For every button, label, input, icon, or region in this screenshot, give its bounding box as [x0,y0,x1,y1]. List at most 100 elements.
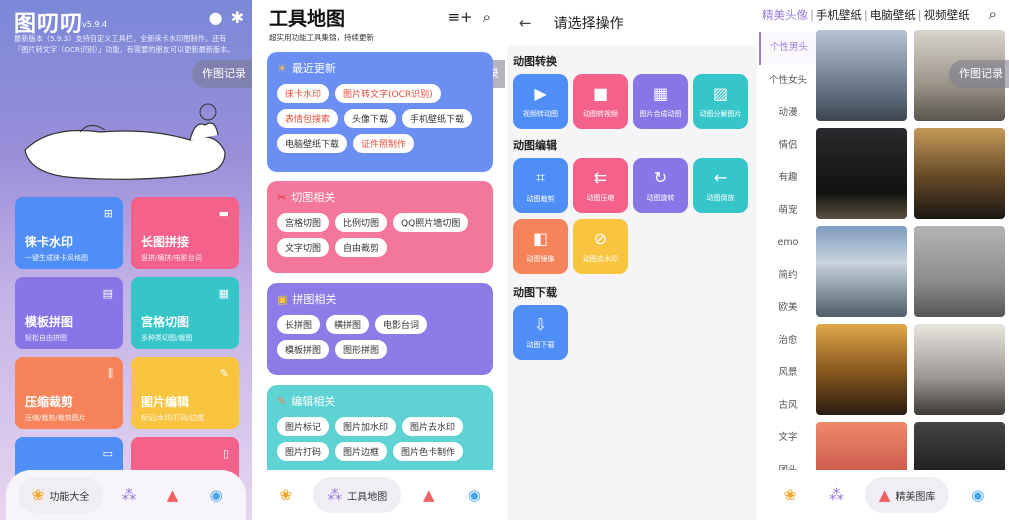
sidebar-item[interactable]: 有趣 [759,162,817,195]
search-icon[interactable]: ⌕ [483,8,491,26]
chip[interactable]: 图片色卡制作 [393,442,464,461]
tile-subtitle: 竖拼/横拼/电影台词 [141,254,202,262]
plus-box-icon: ⊞ [103,207,113,220]
tile-title: 压缩裁剪 [25,395,74,409]
chip[interactable]: 自由裁剪 [335,238,388,257]
camera-icon: ■ [592,84,609,103]
dock-tab-profile[interactable]: ◉ [456,477,492,513]
sidebar-item[interactable]: 文字 [759,422,817,455]
action-label: 动图转视频 [583,110,618,118]
dock-tab-tools[interactable]: ⁂ [819,477,855,513]
feature-tile[interactable]: ▤ 模板拼图 轻松自由拼图 [15,277,123,349]
action-tile[interactable]: ⊘ 动图去水印 [573,219,628,274]
gear-icon[interactable]: ✱ [231,8,244,27]
feature-tile[interactable]: ⊞ 徕卡水印 一键生成徕卡风格图 [15,197,123,269]
action-grid: ▶ 视频转动图 ■ 动图转视频 ▦ 图片合成动图 ▨ 动图分解图片 [513,74,753,129]
chip[interactable]: 模板拼图 [277,340,330,359]
chip[interactable]: 文字切图 [277,238,330,257]
avatar-thumbnail[interactable] [914,324,1005,415]
chip[interactable]: 长拼图 [277,315,321,334]
sidebar-item[interactable]: emo [759,227,817,260]
action-tile[interactable]: ▦ 图片合成动图 [633,74,688,129]
feature-tile[interactable]: ⫼ 压缩裁剪 压缩/裁剪/裁剪图片 [15,357,123,429]
tile-title: 模板拼图 [25,315,74,329]
dock-tab-features[interactable]: ❀ 功能大全 [17,477,104,513]
record-button[interactable]: 作图记录 [192,60,252,88]
chip[interactable]: 表情包搜索 [277,109,339,128]
action-tile[interactable]: ■ 动图转视频 [573,74,628,129]
action-tile[interactable]: ← 动图倒放 [693,158,748,213]
sidebar-item[interactable]: 治愈 [759,325,817,358]
chip[interactable]: 图片打码 [277,442,330,461]
tab-phone-wallpaper[interactable]: 手机壁纸 [816,7,862,23]
sidebar-item[interactable]: 简约 [759,260,817,293]
tab-pc-wallpaper[interactable]: 电脑壁纸 [870,7,916,23]
sidebar-item[interactable]: 风景 [759,357,817,390]
mirror-icon: ◧ [532,229,549,248]
sidebar-item[interactable]: 萌宠 [759,195,817,228]
back-arrow-icon[interactable]: ← [519,14,532,32]
dock-tab-tools[interactable]: ⁂ 工具地图 [313,477,402,513]
chip[interactable]: 宫格切图 [277,213,330,232]
avatar-thumbnail[interactable] [816,226,907,317]
tab-video-wallpaper[interactable]: 视频壁纸 [924,7,970,23]
dock-tab-features[interactable]: ❀ [268,477,304,513]
chip[interactable]: 电脑壁纸下载 [277,134,348,153]
feature-tile[interactable]: ▬ 长图拼接 竖拼/横拼/电影台词 [131,197,239,269]
feature-tile[interactable]: ▦ 宫格切图 多种类切图/裁图 [131,277,239,349]
action-tile[interactable]: ⇩ 动图下载 [513,305,568,360]
chip[interactable]: 徕卡水印 [277,84,330,103]
search-icon[interactable]: ⌕ [989,5,997,23]
dock-tab-features[interactable]: ❀ [772,477,808,513]
card-title: 切图相关 [291,191,336,204]
chip[interactable]: 图片去水印 [402,417,464,436]
avatar-thumbnail[interactable] [816,324,907,415]
chip[interactable]: 图形拼图 [335,340,388,359]
action-tile[interactable]: ⌗ 动图裁剪 [513,158,568,213]
avatar-thumbnail[interactable] [816,128,907,219]
sidebar-item[interactable]: 古风 [759,390,817,423]
avatar-thumbnail[interactable] [914,226,1005,317]
dock-tab-gallery[interactable]: ▲ [155,477,191,513]
avatar-thumbnail[interactable] [914,128,1005,219]
chip[interactable]: 手机壁纸下载 [402,109,473,128]
action-tile[interactable]: ▶ 视频转动图 [513,74,568,129]
sidebar-item[interactable]: 情侣 [759,130,817,163]
dock-tab-gallery[interactable]: ▲ 精美图库 [864,477,950,513]
avatar-thumbnail[interactable] [816,30,907,121]
dock-tab-tools[interactable]: ⁂ [111,477,147,513]
profile-icon[interactable]: ● [209,8,223,27]
record-button[interactable]: 作图记录 [949,60,1009,88]
sidebar-item[interactable]: 个性女头 [759,65,817,98]
chip[interactable]: 头像下载 [344,109,397,128]
chip[interactable]: 电影台词 [375,315,428,334]
chip[interactable]: 图片标记 [277,417,330,436]
action-tile[interactable]: ▨ 动图分解图片 [693,74,748,129]
chip-list: 宫格切图 比例切图 QQ照片墙切图 文字切图 自由裁剪 [277,213,483,257]
cat-illustration [24,103,226,180]
sliders-icon: ⫼ [107,367,113,380]
chip[interactable]: 图片边框 [335,442,388,461]
chip[interactable]: 比例切图 [335,213,388,232]
action-tile[interactable]: ↻ 动图旋转 [633,158,688,213]
chip[interactable]: 横拼图 [326,315,370,334]
page-subtitle: 超实用功能工具集锦，持续更新 [269,33,374,42]
dock-tab-gallery[interactable]: ▲ [411,477,447,513]
dock-tab-profile[interactable]: ◉ [960,477,996,513]
sidebar-item[interactable]: 欧美 [759,292,817,325]
chip[interactable]: 证件照制作 [353,134,415,153]
chip[interactable]: 图片加水印 [335,417,397,436]
paw-icon: ❀ [31,486,45,504]
chip[interactable]: QQ照片墙切图 [393,213,469,232]
chip[interactable]: 图片转文字(OCR识别) [335,84,441,103]
sidebar-item[interactable]: 个性男头 [759,32,817,65]
card-edit: ✎ 编辑相关 图片标记 图片加水印 图片去水印 图片打码 图片边框 图片色卡制作 [267,385,493,475]
sidebar-item[interactable]: 动漫 [759,97,817,130]
feature-tile[interactable]: ✎ 图片编辑 标记/水印/打码/边框 [131,357,239,429]
add-list-icon[interactable]: ≡+ [447,8,472,26]
pencil-icon: ✎ [277,394,287,408]
tab-avatars[interactable]: 精美头像 [762,7,808,23]
dock-tab-profile[interactable]: ◉ [198,477,234,513]
action-tile[interactable]: ◧ 动图镜像 [513,219,568,274]
action-tile[interactable]: ⇇ 动图压缩 [573,158,628,213]
